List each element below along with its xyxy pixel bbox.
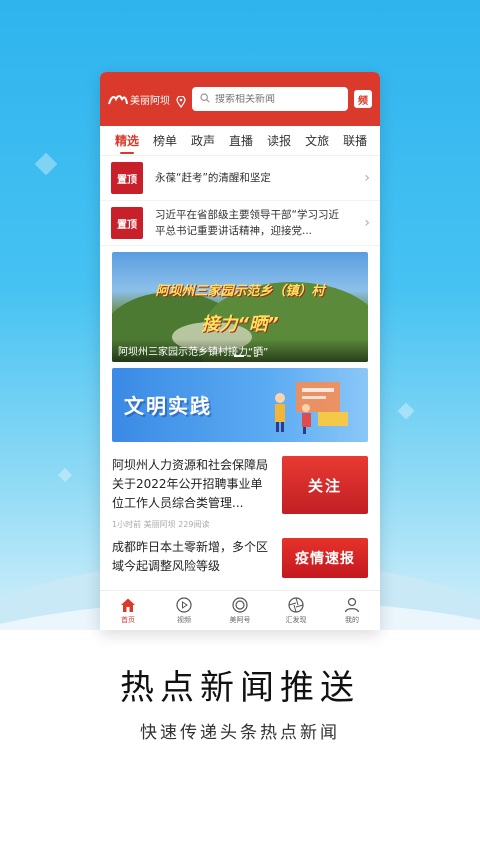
news-title: 成都昨日本土零新增，多个区域今起调整风险等级 — [112, 540, 269, 573]
target-icon — [232, 596, 248, 613]
chevron-right-icon: › — [364, 170, 370, 186]
nav-label: 汇发现 — [285, 615, 307, 624]
tab-featured[interactable]: 精选 — [108, 126, 146, 156]
promo-subline: 快速传递头条热点新闻 — [140, 723, 340, 743]
news-thumbnail: 关注 — [282, 456, 368, 514]
promo-headline: 热点新闻推送 — [120, 668, 360, 708]
nav-profile[interactable]: 我的 — [327, 597, 377, 625]
nav-home[interactable]: 首页 — [103, 597, 153, 625]
tab-broadcast[interactable]: 联播 — [336, 126, 374, 156]
play-icon — [176, 596, 192, 613]
pinned-badge: 置顶 — [111, 162, 143, 194]
channel-button[interactable]: 频 — [354, 90, 372, 108]
chevron-right-icon: › — [364, 215, 370, 231]
news-title: 阿坝州人力资源和社会保障局关于2022年公开招聘事业单位工作人员综合类管理... — [112, 458, 269, 510]
pinned-news-item[interactable]: 置顶 永葆“赶考”的清醒和坚定 › — [100, 156, 380, 201]
tab-politics[interactable]: 政声 — [184, 126, 222, 156]
nav-label: 首页 — [121, 615, 135, 624]
search-input[interactable] — [215, 93, 340, 105]
phone-screen: 美丽阿坝 频 精选 榜单 政声 直播 读报 文旅 联播 置顶 — [100, 72, 380, 630]
decor-diamond — [34, 152, 58, 176]
location-icon[interactable] — [176, 93, 186, 109]
promo-title: 文明实践 — [124, 394, 212, 418]
carousel-indicator — [234, 355, 258, 357]
decor-diamond — [57, 467, 73, 483]
tab-rankings[interactable]: 榜单 — [146, 126, 184, 156]
user-icon — [344, 597, 360, 612]
nav-discover[interactable]: 汇发现 — [271, 596, 321, 625]
pinned-news-title: 永葆“赶考”的清醒和坚定 — [155, 172, 271, 184]
decor-diamond — [397, 402, 415, 420]
banner-title-line2: 接力“晒” — [201, 314, 279, 335]
pinned-news-item[interactable]: 置顶 习近平在省部级主要领导干部“学习习近平总书记重要讲话精神，迎接党... › — [100, 201, 380, 246]
banner-caption: 阿坝州三家园示范乡镇村接力“晒” — [112, 339, 368, 362]
tab-newspaper[interactable]: 读报 — [260, 126, 298, 156]
app-logo[interactable]: 美丽阿坝 — [108, 92, 170, 107]
tab-live[interactable]: 直播 — [222, 126, 260, 156]
news-thumbnail: 疫情速报 — [282, 538, 368, 578]
tab-culture-travel[interactable]: 文旅 — [298, 126, 336, 156]
category-tabs: 精选 榜单 政声 直播 读报 文旅 联播 — [100, 126, 380, 156]
app-name: 美丽阿坝 — [130, 95, 170, 107]
bottom-navigation: 首页 视频 美阿号 汇发现 我的 — [100, 590, 380, 630]
aperture-icon — [288, 596, 304, 613]
banner-title-line1: 阿坝州三家园示范乡（镇）村 — [155, 284, 325, 299]
nav-label: 视频 — [177, 615, 191, 624]
logo-icon — [108, 93, 128, 105]
carousel-banner[interactable]: 阿坝州三家园示范乡（镇）村 接力“晒” 阿坝州三家园示范乡镇村接力“晒” — [112, 252, 368, 362]
nav-label: 美阿号 — [229, 615, 251, 624]
news-meta: 1小时前 美丽阿坝 229阅读 — [112, 520, 210, 529]
app-header: 美丽阿坝 频 — [100, 72, 380, 126]
search-box[interactable] — [192, 87, 348, 111]
news-item[interactable]: 成都昨日本土零新增，多个区域今起调整风险等级 疫情速报 — [100, 534, 380, 582]
news-item[interactable]: 阿坝州人力资源和社会保障局关于2022年公开招聘事业单位工作人员综合类管理...… — [100, 448, 380, 534]
promo-illustration-icon — [275, 382, 348, 434]
nav-video[interactable]: 视频 — [159, 596, 209, 625]
nav-label: 我的 — [345, 615, 359, 624]
search-icon — [200, 92, 210, 106]
home-icon — [121, 598, 135, 612]
promo-banner[interactable]: 文明实践 — [112, 368, 368, 442]
nav-media-account[interactable]: 美阿号 — [215, 596, 265, 625]
pinned-news-title: 习近平在省部级主要领导干部“学习习近平总书记重要讲话精神，迎接党... — [155, 209, 339, 237]
pinned-badge: 置顶 — [111, 207, 143, 239]
